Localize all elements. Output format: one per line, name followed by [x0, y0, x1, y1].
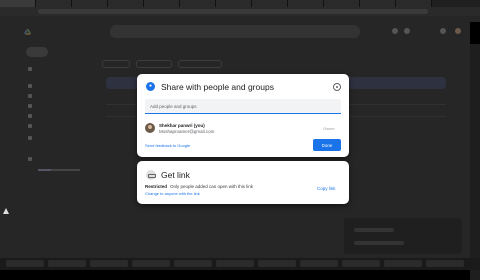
filter-chip[interactable]	[102, 60, 130, 68]
browser-tab[interactable]	[72, 0, 108, 7]
browser-tab[interactable]	[0, 0, 36, 7]
taskbar-item[interactable]	[342, 260, 380, 267]
toast-line	[354, 241, 404, 245]
send-feedback-link[interactable]: Send feedback to Google	[145, 143, 190, 148]
sidebar-icon	[28, 104, 32, 108]
taskbar-item[interactable]	[174, 260, 212, 267]
person-email: Moshaproamer@gmail.com	[159, 129, 215, 134]
done-button[interactable]: Done	[313, 139, 341, 151]
restricted-label: Restricted	[145, 184, 168, 189]
storage-bar	[38, 169, 80, 171]
search-bar[interactable]	[110, 25, 360, 38]
settings-gear-icon[interactable]	[333, 83, 341, 91]
taskbar-item[interactable]	[258, 260, 296, 267]
share-dialog: ● Share with people and groups Shekhar p…	[137, 74, 349, 157]
avatar	[145, 123, 155, 133]
sidebar	[0, 44, 90, 258]
sidebar-icon	[28, 67, 32, 71]
browser-tab[interactable]	[216, 0, 252, 7]
toast	[344, 218, 462, 254]
sidebar-icon	[28, 114, 32, 118]
sidebar-icon	[28, 84, 32, 88]
taskbar-item[interactable]	[300, 260, 338, 267]
browser-tab[interactable]	[324, 0, 360, 7]
browser-tab[interactable]	[252, 0, 288, 7]
account-avatar[interactable]	[455, 28, 461, 34]
toast-line	[354, 228, 394, 232]
browser-tab[interactable]	[180, 0, 216, 7]
browser-tab[interactable]	[108, 0, 144, 7]
mouse-cursor-icon	[3, 208, 9, 214]
taskbar	[0, 258, 480, 270]
url-field[interactable]	[38, 9, 428, 14]
get-link-title: Get link	[161, 170, 190, 180]
add-people-input[interactable]	[145, 99, 341, 114]
sidebar-icon	[28, 94, 32, 98]
filter-chip[interactable]	[178, 60, 222, 68]
browser-tab[interactable]	[396, 0, 432, 7]
taskbar-item[interactable]	[384, 260, 422, 267]
share-dialog-title: Share with people and groups	[161, 82, 274, 92]
storage-icon	[28, 157, 32, 161]
address-bar-area	[0, 7, 480, 16]
taskbar-item[interactable]	[216, 260, 254, 267]
help-icon[interactable]	[392, 28, 398, 34]
taskbar-item[interactable]	[48, 260, 86, 267]
drive-logo-icon	[24, 29, 31, 35]
copy-link-button[interactable]: Copy link	[317, 186, 336, 191]
sidebar-icon	[28, 124, 32, 128]
settings-icon[interactable]	[404, 28, 410, 34]
sidebar-icon	[28, 136, 32, 140]
apps-icon[interactable]	[440, 28, 446, 34]
filter-chip[interactable]	[136, 60, 172, 68]
app-header	[0, 22, 470, 44]
taskbar-item[interactable]	[6, 260, 44, 267]
restricted-description: Only people added can open with this lin…	[170, 184, 254, 189]
side-panel	[470, 44, 480, 280]
taskbar-item[interactable]	[90, 260, 128, 267]
get-link-card: Get link Restricted Only people added ca…	[137, 161, 349, 204]
new-button[interactable]	[26, 47, 48, 57]
person-role: Owner	[323, 126, 335, 131]
change-access-link[interactable]: Change to anyone with the link	[145, 191, 200, 196]
browser-tab-bar	[0, 0, 480, 7]
browser-tab[interactable]	[36, 0, 72, 7]
browser-tab[interactable]	[144, 0, 180, 7]
browser-tab[interactable]	[288, 0, 324, 7]
link-icon	[146, 170, 156, 180]
taskbar-item[interactable]	[132, 260, 170, 267]
taskbar-item[interactable]	[426, 260, 464, 267]
share-person-icon: ●	[146, 82, 155, 91]
person-name: Shekhar panwri (you)	[159, 123, 205, 128]
browser-tab[interactable]	[360, 0, 396, 7]
